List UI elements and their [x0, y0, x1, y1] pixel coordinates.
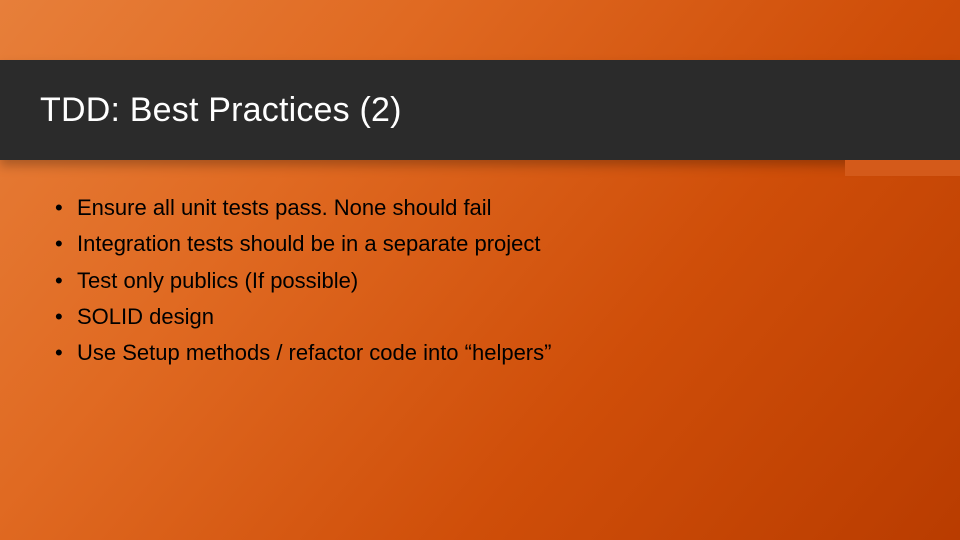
accent-bar [845, 160, 960, 176]
bullet-list: Ensure all unit tests pass. None should … [55, 190, 900, 371]
list-item: Use Setup methods / refactor code into “… [55, 335, 900, 371]
title-bar: TDD: Best Practices (2) [0, 60, 960, 160]
content-area: Ensure all unit tests pass. None should … [55, 190, 900, 371]
list-item: SOLID design [55, 299, 900, 335]
list-item: Test only publics (If possible) [55, 263, 900, 299]
list-item: Ensure all unit tests pass. None should … [55, 190, 900, 226]
slide-title: TDD: Best Practices (2) [40, 91, 402, 130]
list-item: Integration tests should be in a separat… [55, 226, 900, 262]
slide: TDD: Best Practices (2) Ensure all unit … [0, 0, 960, 540]
